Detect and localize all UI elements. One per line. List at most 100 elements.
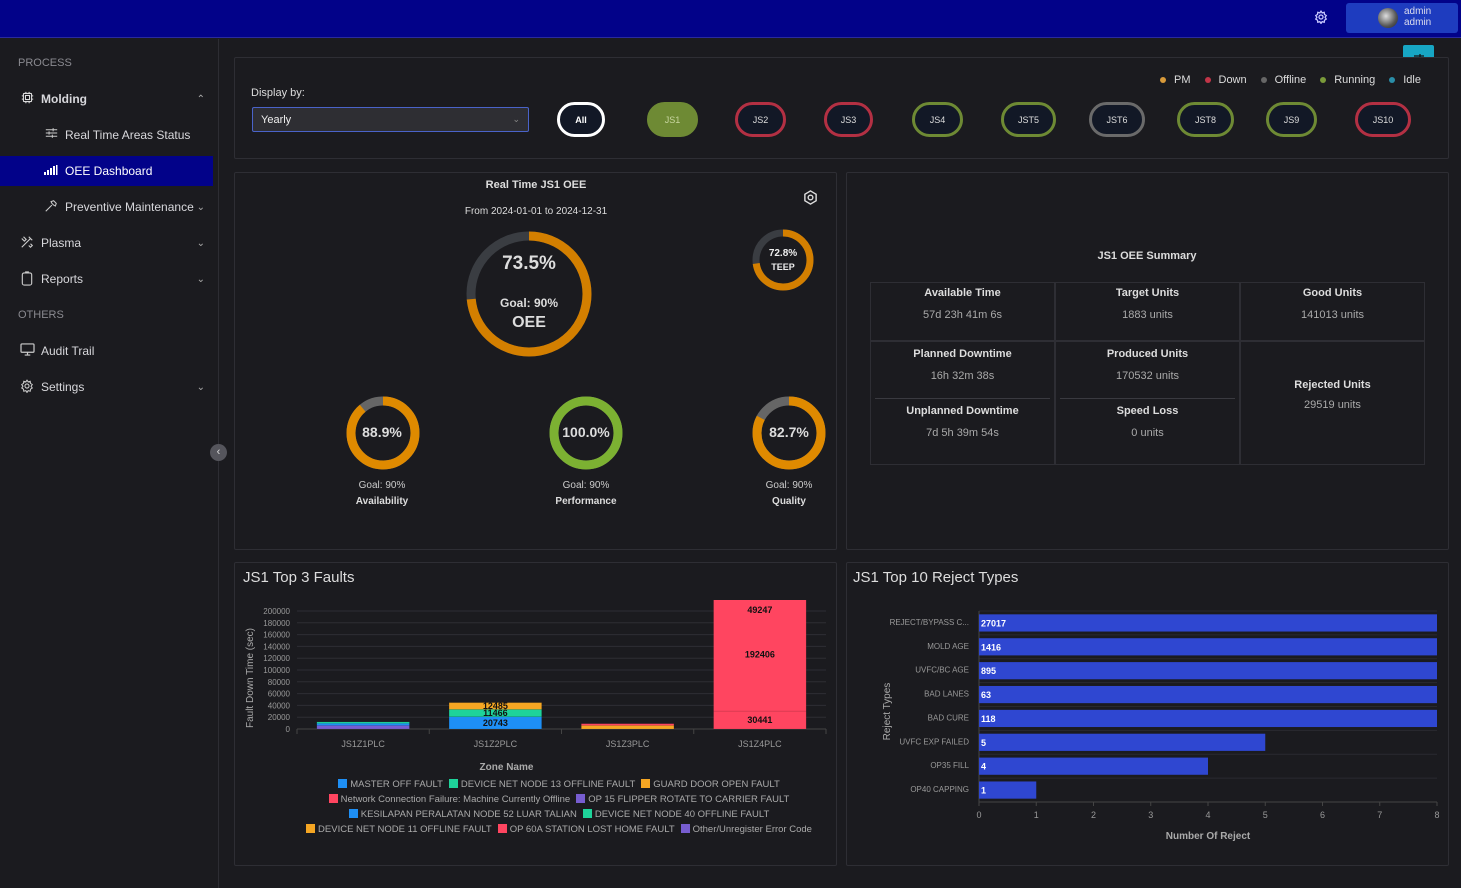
user-menu[interactable]: admin admin	[1346, 3, 1458, 33]
legend-item[interactable]: DEVICE NET NODE 40 OFFLINE FAULT	[582, 809, 769, 820]
sidebar-item-label: OEE Dashboard	[65, 164, 153, 178]
legend-item[interactable]: DEVICE NET NODE 13 OFFLINE FAULT	[448, 779, 635, 790]
rejected-units-label: Rejected Units	[1294, 379, 1371, 391]
machine-pill-js4[interactable]: JS4	[912, 102, 963, 137]
legend-item[interactable]: KESILAPAN PERALATAN NODE 52 LUAR TALIAN	[348, 809, 577, 820]
performance-value: 100.0%	[562, 424, 610, 440]
x-tick-label: JS1Z4PLC	[738, 739, 782, 749]
sidebar-item-label: Reports	[41, 272, 84, 286]
data-label: 63	[981, 690, 991, 700]
x-tick-label: 2	[1091, 810, 1096, 820]
legend-item[interactable]: Other/Unregister Error Code	[680, 824, 812, 835]
rejected-units-cell: Rejected Units 29519 units	[1240, 341, 1425, 465]
data-label: 12485	[483, 701, 508, 711]
machine-pill-js2[interactable]: JS2	[735, 102, 786, 137]
y-tick-label: BAD LANES	[924, 690, 969, 699]
machine-pill-jst6[interactable]: JST6	[1089, 102, 1145, 137]
sidebar-item-oee-dashboard[interactable]: OEE Dashboard	[0, 156, 213, 186]
legend-item[interactable]: MASTER OFF FAULT	[338, 779, 443, 790]
unplanned-downtime-value: 7d 5h 39m 54s	[926, 427, 999, 439]
legend-label: MASTER OFF FAULT	[350, 779, 443, 790]
legend-item[interactable]: GUARD DOOR OPEN FAULT	[641, 779, 780, 790]
good-units-value: 141013 units	[1301, 309, 1364, 321]
oee-settings-icon[interactable]	[803, 190, 819, 206]
bar	[979, 757, 1208, 775]
legend-row: Network Connection Failure: Machine Curr…	[262, 794, 862, 805]
status-dot-icon	[1260, 77, 1267, 84]
chevron-down-icon: ⌄	[196, 201, 205, 213]
y-tick-label: 60000	[268, 690, 291, 699]
good-units-cell: Good Units 141013 units	[1240, 282, 1425, 341]
machine-pill-js10[interactable]: JS10	[1355, 102, 1411, 137]
legend-label: Network Connection Failure: Machine Curr…	[340, 794, 571, 805]
legend-item[interactable]: OP 60A STATION LOST HOME FAULT	[497, 824, 675, 835]
legend-item[interactable]: Network Connection Failure: Machine Curr…	[328, 794, 571, 805]
sidebar: PROCESS Molding ⌃ Real Time Areas Status…	[0, 39, 219, 888]
sidebar-item-reports[interactable]: Reports ⌄	[0, 264, 213, 294]
legend-swatch-icon	[306, 824, 316, 833]
legend-swatch-icon	[680, 824, 690, 833]
x-tick-label: 4	[1205, 810, 1210, 820]
status-legend-label: Idle	[1403, 74, 1421, 86]
teep-label: TEEP	[771, 262, 795, 272]
display-by-value: Yearly	[261, 114, 292, 126]
status-legend-label: Down	[1218, 74, 1247, 86]
display-by-label: Display by:	[251, 87, 305, 99]
performance-goal: Goal: 90%	[562, 480, 610, 491]
x-tick-label: 1	[1034, 810, 1039, 820]
y-tick-label: 80000	[268, 678, 291, 687]
sidebar-item-preventive-maintenance[interactable]: Preventive Maintenance ⌄	[0, 192, 213, 222]
oee-main-label: OEE	[512, 314, 546, 331]
produced-units-label: Produced Units	[1106, 348, 1189, 360]
y-tick-label: 180000	[263, 619, 290, 628]
oee-main-value: 73.5%	[502, 253, 556, 274]
rejected-units-value: 29519 units	[1304, 399, 1361, 411]
y-tick-label: MOLD AGE	[927, 642, 969, 651]
y-tick-label: 200000	[263, 607, 290, 616]
reject-chart: 27017REJECT/BYPASS C...1416MOLD AGE895UV…	[882, 610, 1440, 842]
machine-pill-all[interactable]: All	[557, 102, 605, 137]
sidebar-item-real-time-areas-status[interactable]: Real Time Areas Status	[0, 120, 213, 150]
data-label: 118	[981, 714, 996, 724]
y-tick-label: OP35 FILL	[930, 761, 969, 770]
sidebar-item-settings[interactable]: Settings ⌄	[0, 372, 213, 402]
y-tick-label: BAD CURE	[928, 713, 969, 722]
machine-pill-js9[interactable]: JS9	[1266, 102, 1317, 137]
sidebar-item-label: Plasma	[41, 236, 82, 250]
available-time-cell: Available Time 57d 23h 41m 6s	[870, 282, 1055, 341]
x-tick-label: JS1Z2PLC	[474, 739, 518, 749]
status-legend-item: PM	[1160, 74, 1191, 86]
status-dot-icon	[1160, 77, 1166, 84]
sidebar-item-molding[interactable]: Molding ⌃	[0, 84, 213, 114]
bar-segment	[316, 725, 410, 730]
y-tick-label: 120000	[263, 654, 290, 663]
oee-panel	[234, 172, 837, 550]
unplanned-downtime-label: Unplanned Downtime	[906, 405, 1019, 417]
machine-pill-jst5[interactable]: JST5	[1001, 102, 1056, 137]
machine-pill-js1[interactable]: JS1	[647, 102, 698, 137]
legend-label: OP 60A STATION LOST HOME FAULT	[509, 824, 675, 835]
x-tick-label: 3	[1148, 810, 1153, 820]
status-legend-label: Running	[1334, 74, 1376, 86]
divider	[875, 398, 1050, 399]
legend-item[interactable]: DEVICE NET NODE 11 OFFLINE FAULT	[306, 824, 492, 835]
sidebar-item-audit-trail[interactable]: Audit Trail	[0, 336, 213, 366]
planned-downtime-value: 16h 32m 38s	[930, 370, 995, 382]
sidebar-item-plasma[interactable]: Plasma ⌄	[0, 228, 213, 258]
machine-pill-js3[interactable]: JS3	[824, 102, 873, 137]
x-tick-label: 7	[1377, 810, 1382, 820]
target-units-label: Target Units	[1115, 287, 1180, 299]
legend-item[interactable]: OP 15 FLIPPER ROTATE TO CARRIER FAULT	[576, 794, 789, 805]
legend-row: KESILAPAN PERALATAN NODE 52 LUAR TALIAN D…	[262, 809, 862, 820]
machine-pill-jst8[interactable]: JST8	[1177, 102, 1234, 137]
collapse-sidebar-button[interactable]: ‹	[210, 444, 227, 461]
legend-swatch-icon	[448, 779, 458, 788]
display-by-select[interactable]: Yearly ⌄	[252, 107, 529, 132]
chevron-left-icon: ‹	[216, 446, 221, 458]
y-tick-label: 40000	[268, 701, 291, 710]
oee-main-goal: Goal: 90%	[499, 296, 559, 310]
legend-swatch-icon	[328, 794, 338, 803]
sidebar-item-label: Preventive Maintenance	[65, 200, 194, 214]
gear-icon[interactable]	[1312, 10, 1330, 28]
data-label: 895	[981, 666, 996, 676]
